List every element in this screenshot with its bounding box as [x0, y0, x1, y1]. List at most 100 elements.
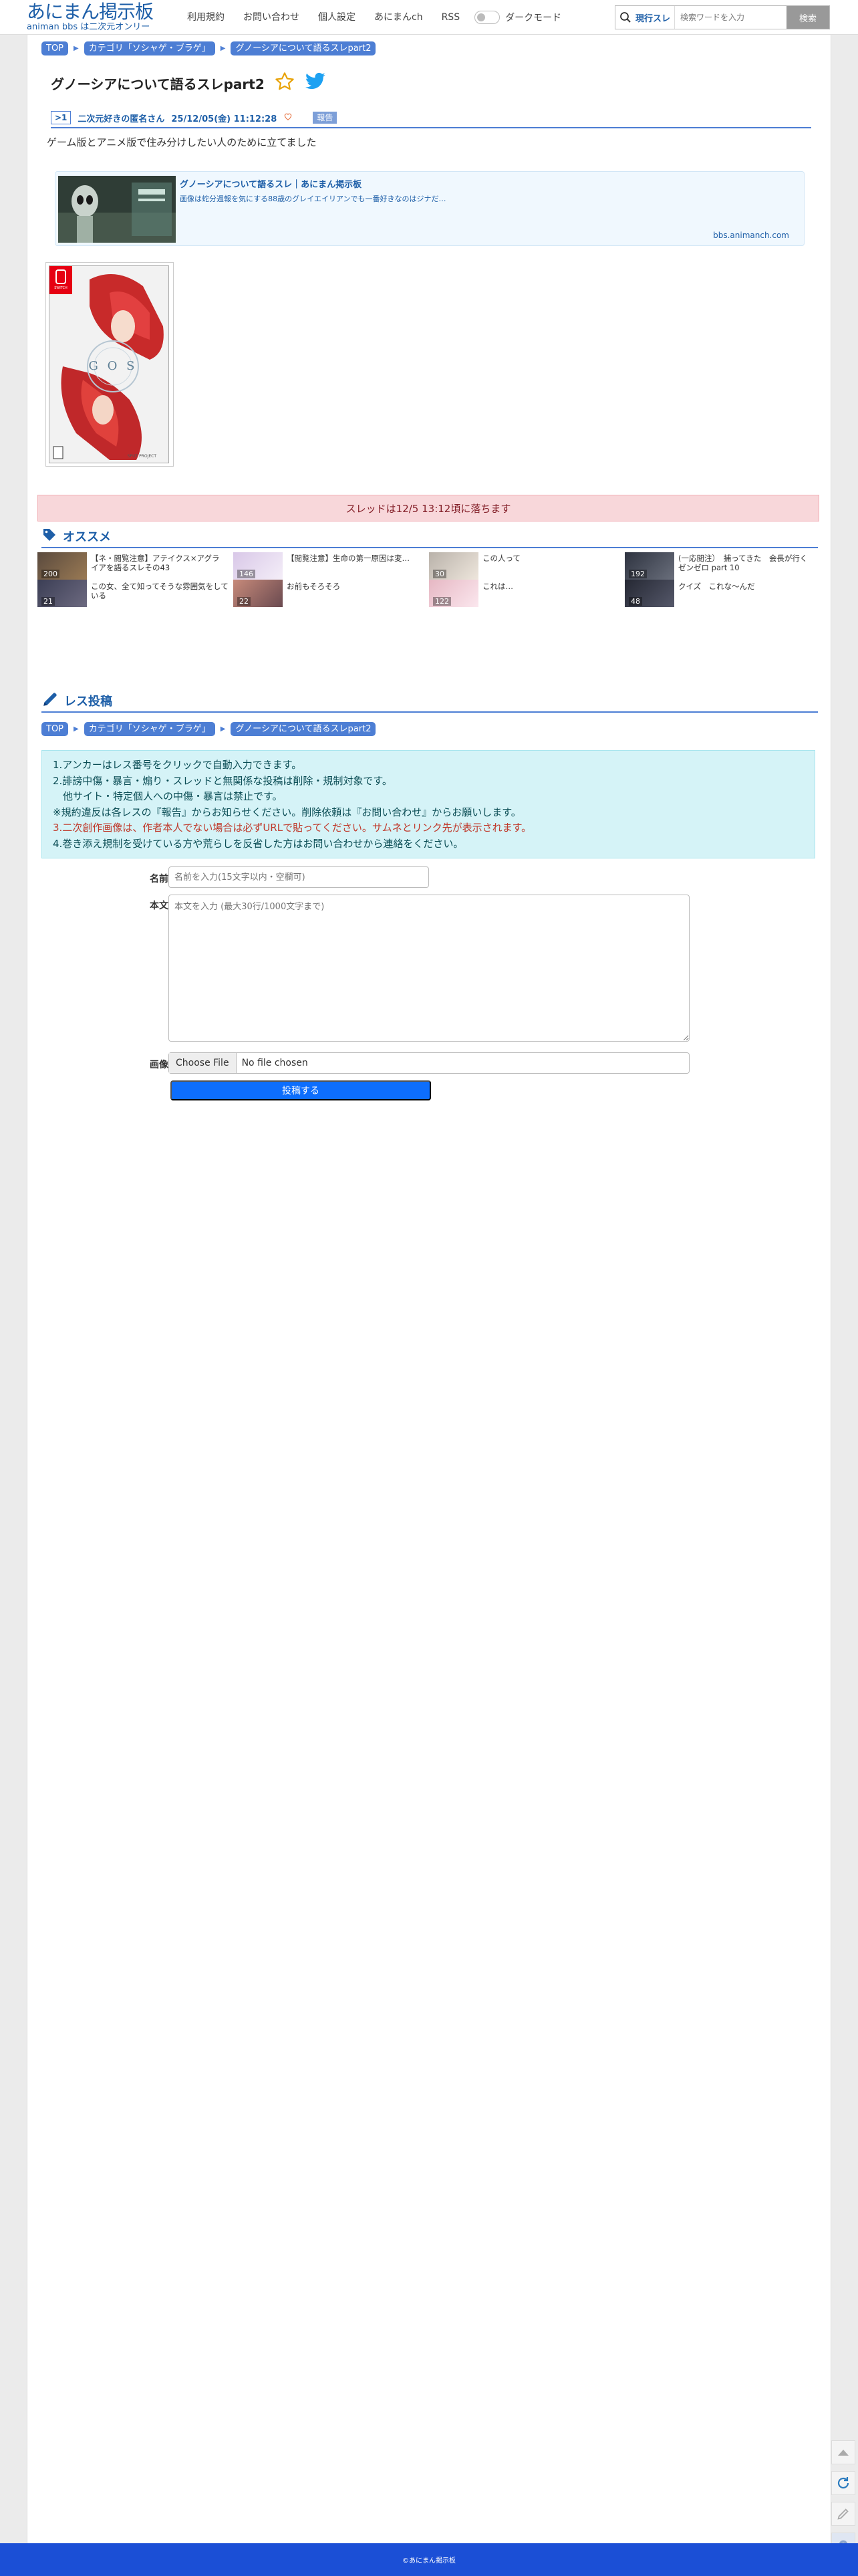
- recommend-link[interactable]: (一応閲注） 捕ってきた 会長が行く ゼンゼロ part 10: [678, 554, 816, 572]
- breadcrumb-thread[interactable]: グノーシアについて語るスレpart2: [231, 722, 376, 736]
- logo-main-text: あにまん掲示板: [27, 1, 154, 23]
- reply-header: レス投稿: [41, 690, 818, 713]
- name-label: 名前: [150, 874, 168, 885]
- recommend-thumbnail[interactable]: 30: [429, 552, 478, 580]
- dark-mode-toggle[interactable]: [474, 11, 500, 24]
- chevron-up-icon: [838, 2450, 849, 2456]
- image-label: 画像: [150, 1060, 168, 1070]
- breadcrumb-bottom: TOP ▶ カテゴリ「ソシャゲ・ブラゲ」 ▶ グノーシアについて語るスレpart…: [41, 722, 376, 736]
- breadcrumb-separator-icon: ▶: [220, 45, 226, 52]
- compose-button[interactable]: [831, 2502, 855, 2526]
- post-author: 二次元好きの匿名さん: [78, 114, 165, 124]
- recommend-link[interactable]: この女、全て知ってそうな雰囲気をしている: [91, 582, 229, 600]
- recommend-thumbnail[interactable]: 122: [429, 580, 478, 607]
- thread-title: グノーシアについて語るスレpart2: [51, 76, 265, 92]
- thread-title-row: グノーシアについて語るスレpart2: [51, 70, 326, 96]
- recommend-link[interactable]: 【ネ・閲覧注意】アテイクス×アグラ イアを語るスレその43: [91, 554, 229, 572]
- nav-contact[interactable]: お問い合わせ: [234, 0, 309, 35]
- recommend-link[interactable]: 【閲覧注意】生命の第一原因は変…: [287, 554, 424, 563]
- pencil-icon: [41, 691, 59, 711]
- recommend-thumbnail[interactable]: 192: [625, 552, 674, 580]
- recommend-column: 200 【ネ・閲覧注意】アテイクス×アグラ イアを語るスレその43 21 この女…: [37, 552, 230, 607]
- breadcrumb-separator-icon: ▶: [74, 725, 79, 733]
- recommend-column: 30 この人って 122 これは…: [429, 552, 621, 607]
- breadcrumb-separator-icon: ▶: [220, 725, 226, 733]
- reply-count: 122: [433, 597, 451, 606]
- post-date: 25/12/05(金) 11:12:28: [171, 114, 277, 124]
- image-file-input[interactable]: Choose File No file chosen: [168, 1052, 690, 1074]
- rule-line: ※規約違反は各レスの『報告』からお知らせください。削除依頼は『お問い合わせ』から…: [53, 806, 521, 818]
- report-button[interactable]: 報告: [313, 112, 337, 124]
- search-mode-select[interactable]: 現行スレ: [635, 11, 674, 24]
- reload-button[interactable]: [831, 2471, 855, 2495]
- search-input[interactable]: [674, 6, 786, 29]
- post-header: >1 二次元好きの匿名さん 25/12/05(金) 11:12:28 報告: [51, 108, 811, 128]
- recommend-thumbnail[interactable]: 21: [37, 580, 87, 607]
- game-cover-image: G O S SWITCH SPUT PROJECT: [49, 265, 169, 463]
- nav-animanch[interactable]: あにまんch: [365, 0, 432, 35]
- breadcrumb-category[interactable]: カテゴリ「ソシャゲ・ブラゲ」: [84, 41, 215, 55]
- body-label: 本文: [150, 901, 168, 911]
- search-icon: [615, 6, 635, 29]
- favorite-star-icon[interactable]: [274, 71, 295, 95]
- footer-copyright: ©あにまん掲示板: [402, 2557, 456, 2565]
- breadcrumb-category[interactable]: カテゴリ「ソシャゲ・ブラゲ」: [84, 722, 215, 736]
- reload-icon: [837, 2477, 849, 2489]
- like-heart-icon[interactable]: [283, 112, 293, 124]
- rule-line: 他サイト・特定個人への中傷・暴言は禁止です。: [53, 790, 283, 802]
- breadcrumb-top[interactable]: TOP: [41, 722, 69, 736]
- breadcrumb: TOP ▶ カテゴリ「ソシャゲ・ブラゲ」 ▶ グノーシアについて語るスレpart…: [41, 41, 376, 55]
- recommend-link[interactable]: クイズ これな～んだ: [678, 582, 816, 591]
- reply-title: レス投稿: [64, 695, 112, 709]
- reply-count: 146: [237, 570, 255, 578]
- recommend-title: オススメ: [63, 530, 111, 544]
- link-card[interactable]: グノーシアについて語るスレ｜あにまん掲示板 画像は蛇分週報を気にする88歳のグレ…: [55, 171, 805, 246]
- twitter-share-icon[interactable]: [305, 72, 326, 94]
- svg-text:G O S: G O S: [89, 359, 138, 373]
- search-bar: 現行スレ 検索: [615, 5, 830, 29]
- post-image[interactable]: G O S SWITCH SPUT PROJECT: [45, 262, 174, 467]
- recommend-thumbnail[interactable]: 22: [233, 580, 283, 607]
- reply-count: 21: [41, 597, 55, 606]
- recommend-link[interactable]: これは…: [482, 582, 620, 591]
- scroll-top-button[interactable]: [831, 2440, 855, 2464]
- footer: ©あにまん掲示板: [0, 2543, 858, 2576]
- recommend-link[interactable]: お前もそろそろ: [287, 582, 424, 591]
- dark-mode-label: ダークモード: [505, 13, 562, 23]
- svg-text:SWITCH: SWITCH: [54, 286, 67, 290]
- nav-settings[interactable]: 個人設定: [309, 0, 365, 35]
- rule-line: 4.巻き添え規制を受けている方や荒らしを反省した方はお問い合わせから連絡をくださ…: [53, 837, 464, 850]
- dark-mode-switch[interactable]: ダークモード: [474, 11, 561, 24]
- reply-count: 48: [629, 597, 642, 606]
- name-field[interactable]: [168, 866, 429, 888]
- post-number[interactable]: >1: [51, 111, 72, 124]
- post-body: ゲーム版とアニメ版で住み分けしたい人のために立てました: [47, 136, 317, 148]
- pencil-icon: [837, 2508, 849, 2520]
- recommend-thumbnail[interactable]: 146: [233, 552, 283, 580]
- file-status: No file chosen: [241, 1058, 308, 1068]
- recommend-thumbnail[interactable]: 200: [37, 552, 87, 580]
- link-card-description: 画像は蛇分週報を気にする88歳のグレイエイリアンでも一番好きなのはジナだ…: [180, 195, 446, 203]
- site-logo[interactable]: あにまん掲示板 animan bbs は二次元オンリー: [27, 1, 167, 33]
- recommend-thumbnail[interactable]: 48: [625, 580, 674, 607]
- breadcrumb-top[interactable]: TOP: [41, 41, 69, 55]
- recommend-link[interactable]: この人って: [482, 554, 620, 563]
- rule-line: 2.誹謗中傷・暴言・煽り・スレッドと無関係な投稿は削除・規制対象です。: [53, 774, 392, 787]
- svg-text:SPUT PROJECT: SPUT PROJECT: [128, 454, 157, 459]
- nav-terms[interactable]: 利用規約: [178, 0, 234, 35]
- logo-sub-text: animan bbs は二次元オンリー: [27, 22, 150, 32]
- reply-count: 200: [41, 570, 59, 578]
- body-textarea[interactable]: [168, 895, 690, 1042]
- breadcrumb-thread[interactable]: グノーシアについて語るスレpart2: [231, 41, 376, 55]
- main-nav: 利用規約 お問い合わせ 個人設定 あにまんch RSS ダークモード: [178, 0, 561, 35]
- search-button[interactable]: 検索: [786, 6, 829, 29]
- nav-rss[interactable]: RSS: [432, 0, 470, 35]
- posting-rules: 1.アンカーはレス番号をクリックで自動入力できます。 2.誹謗中傷・暴言・煽り・…: [41, 750, 815, 858]
- rule-line: 3.二次創作画像は、作者本人でない場合は必ずURLで貼ってください。サムネとリン…: [53, 822, 532, 834]
- choose-file-button[interactable]: Choose File: [169, 1053, 237, 1073]
- link-card-title: グノーシアについて語るスレ｜あにまん掲示板: [180, 180, 362, 190]
- link-card-domain: bbs.animanch.com: [713, 231, 789, 240]
- reply-count: 192: [629, 570, 647, 578]
- top-navbar: あにまん掲示板 animan bbs は二次元オンリー 利用規約 お問い合わせ …: [0, 0, 858, 35]
- submit-post-button[interactable]: 投稿する: [170, 1080, 431, 1100]
